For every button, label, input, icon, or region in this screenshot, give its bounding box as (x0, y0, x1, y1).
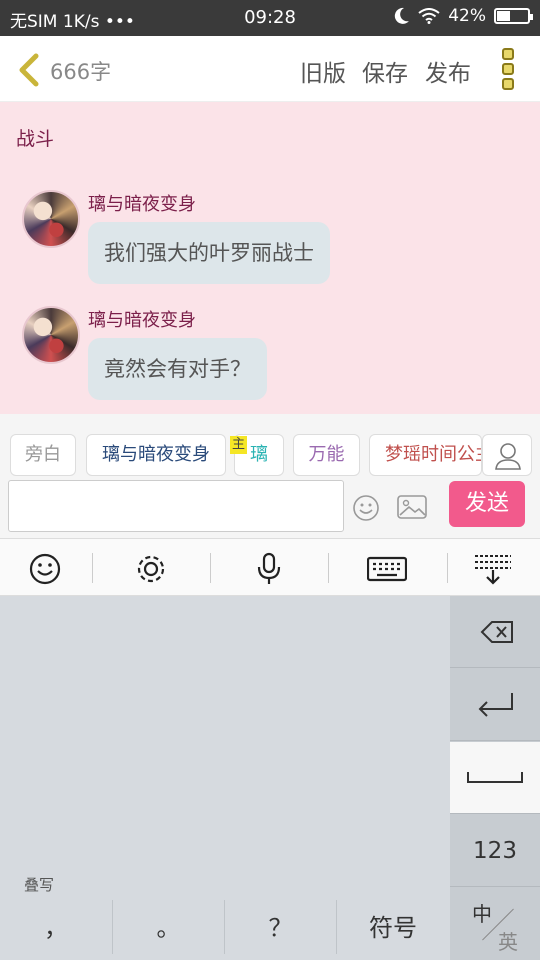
moon-icon (395, 7, 410, 24)
backspace-icon (480, 621, 513, 643)
comma-key[interactable]: ， (0, 896, 112, 960)
send-button[interactable]: 发送 (449, 481, 525, 527)
message-sender: 璃与暗夜变身 (88, 310, 196, 331)
old-version-button[interactable]: 旧版 (300, 54, 346, 88)
period-key[interactable]: 。 (113, 896, 224, 960)
wifi-icon (418, 8, 440, 24)
avatar[interactable] (22, 190, 80, 248)
battery-percent: 42% (448, 6, 486, 26)
numbers-key[interactable]: 123 (450, 815, 540, 887)
manage-roles-button[interactable] (482, 434, 532, 476)
space-key[interactable] (450, 742, 540, 814)
role-chip-narration[interactable]: 旁白 (10, 434, 76, 476)
message-input[interactable] (8, 480, 344, 532)
emoji-icon[interactable] (352, 494, 380, 522)
numbers-key-label: 123 (473, 838, 517, 864)
chinese-label: 中 (472, 902, 492, 926)
backspace-key[interactable] (450, 596, 540, 668)
emoji-keyboard-icon[interactable] (25, 551, 65, 587)
editor-header: 666字 旧版 保存 发布 (0, 36, 540, 102)
hide-keyboard-icon[interactable] (473, 551, 513, 587)
publish-button[interactable]: 发布 (425, 54, 471, 88)
image-icon[interactable] (396, 494, 428, 520)
microphone-icon[interactable] (249, 551, 289, 587)
back-arrow-icon[interactable] (14, 52, 44, 88)
battery-icon (494, 8, 533, 24)
save-button[interactable]: 保存 (362, 54, 408, 88)
person-icon (495, 443, 521, 470)
story-title: 战斗 (16, 128, 55, 150)
handwriting-mode-label: 叠写 (24, 876, 55, 894)
handwriting-keyboard: 叠写 ， 。 ？ 符号 123 中 英 (0, 596, 540, 960)
enter-key[interactable] (450, 669, 540, 741)
status-bar: 无SIM 1K/s ••• 09:28 42% (0, 0, 540, 36)
message-sender: 璃与暗夜变身 (88, 194, 196, 215)
role-chip-universal[interactable]: 万能 (293, 434, 360, 476)
gear-icon[interactable] (131, 551, 171, 587)
role-chip-princess[interactable]: 梦瑶时间公主 (369, 434, 482, 476)
keyboard-toolbar (0, 538, 540, 596)
status-icons: 42% (394, 6, 533, 26)
keyboard-icon[interactable] (366, 551, 408, 587)
language-switch-key[interactable]: 中 英 (450, 888, 540, 960)
keyboard-function-keys: 123 中 英 (450, 596, 540, 960)
space-icon (467, 772, 523, 783)
message-bubble[interactable]: 我们强大的叶罗丽战士 (88, 222, 330, 284)
story-content: 战斗 璃与暗夜变身 我们强大的叶罗丽战士 璃与暗夜变身 竟然会有对手？ (0, 102, 540, 414)
role-bar: 旁白 璃与暗夜变身 璃 主 万能 梦瑶时间公主 发送 (0, 414, 540, 538)
question-key[interactable]: ？ (225, 896, 336, 960)
english-label: 英 (498, 930, 518, 954)
more-menu-icon[interactable] (502, 48, 516, 92)
message-bubble[interactable]: 竟然会有对手？ (88, 338, 267, 400)
main-role-badge: 主 (230, 436, 248, 454)
word-count: 666字 (50, 60, 112, 84)
symbols-key[interactable]: 符号 (337, 896, 449, 960)
role-chip-character[interactable]: 璃与暗夜变身 (86, 434, 226, 476)
enter-icon (478, 693, 513, 717)
avatar[interactable] (22, 306, 80, 364)
